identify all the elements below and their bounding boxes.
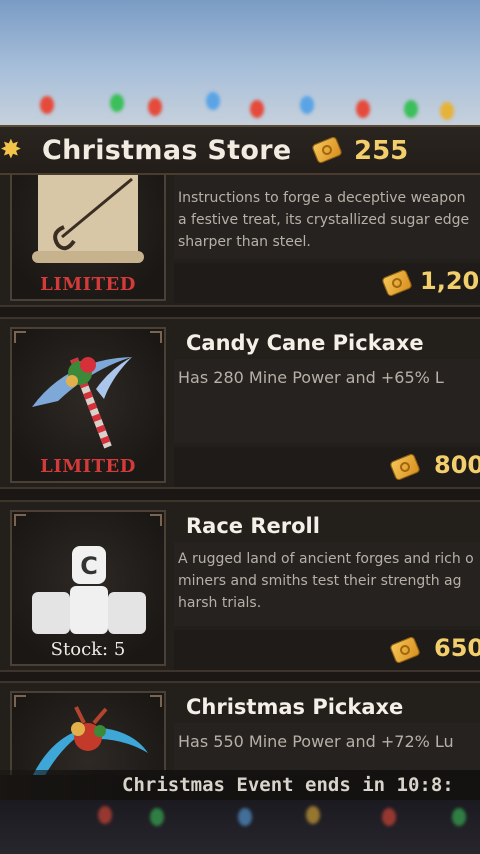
item-thumbnail <box>10 691 166 775</box>
item-name: Candy Cane Pickaxe <box>186 331 424 355</box>
stock-count: Stock: 5 <box>50 639 126 660</box>
christmas-pickaxe-icon <box>32 706 148 775</box>
race-reroll-icon: C <box>32 546 146 634</box>
item-thumbnail: LIMITED <box>10 175 166 301</box>
item-price: 650 <box>434 634 480 662</box>
store-header: ✸ Christmas Store 255 <box>0 125 480 175</box>
item-description: Instructions to forge a deceptive weapon… <box>178 190 470 250</box>
store-item[interactable]: LIMITED Candy Cane Pickaxe Has 280 Mine … <box>0 317 480 489</box>
store-item[interactable]: C Stock: 5 Race Reroll A rugged land of … <box>0 500 480 672</box>
recipe-scroll-icon <box>32 175 144 263</box>
ticket-icon <box>311 135 343 165</box>
christmas-lights <box>0 88 480 128</box>
item-price: 800 <box>434 451 480 479</box>
store-title: Christmas Store <box>42 135 292 166</box>
limited-badge: LIMITED <box>40 456 136 477</box>
item-price: 1,200 <box>420 267 480 295</box>
item-description: Has 280 Mine Power and +65% L <box>178 368 444 387</box>
limited-badge: LIMITED <box>40 274 136 295</box>
svg-text:C: C <box>80 552 98 580</box>
item-name: Race Reroll <box>186 514 320 538</box>
event-banner: Christmas Event ends in 10:8: <box>0 770 480 800</box>
bottom-lights-area <box>0 800 480 854</box>
item-thumbnail: LIMITED <box>10 327 166 483</box>
item-name: Christmas Pickaxe <box>186 695 404 719</box>
store-item-list[interactable]: LIMITED Instructions to forge a deceptiv… <box>0 175 480 775</box>
store-item[interactable]: Christmas Pickaxe Has 550 Mine Power and… <box>0 681 480 775</box>
store-item[interactable]: LIMITED Instructions to forge a deceptiv… <box>0 175 480 307</box>
event-countdown: Christmas Event ends in 10:8: <box>122 774 454 796</box>
item-thumbnail: C Stock: 5 <box>10 510 166 666</box>
star-icon: ✸ <box>0 135 22 165</box>
candy-cane-pickaxe-icon <box>32 357 132 449</box>
item-description: Has 550 Mine Power and +72% Lu <box>178 732 454 751</box>
item-description: A rugged land of ancient forges and rich… <box>178 551 474 611</box>
currency-balance: 255 <box>354 136 409 166</box>
